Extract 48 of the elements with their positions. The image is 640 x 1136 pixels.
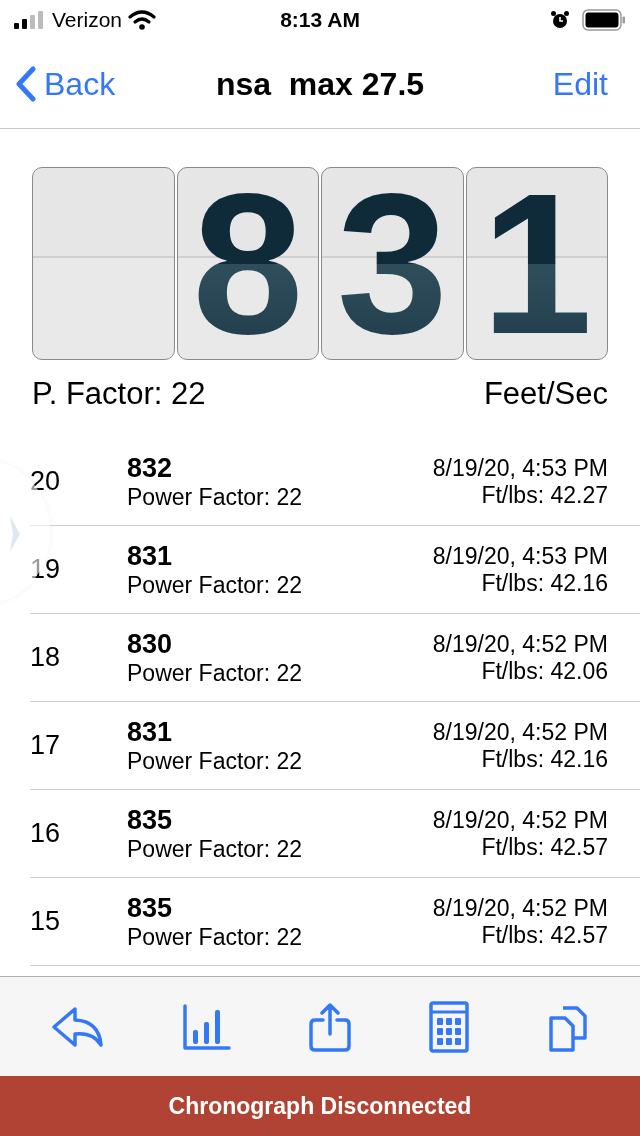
shot-energy: Ft/lbs: 42.57 [481,833,608,861]
shot-number: 17 [30,730,62,761]
shot-power-factor: Power Factor: 22 [127,483,304,511]
shot-number: 18 [30,642,62,673]
shot-power-factor: Power Factor: 22 [127,835,304,863]
battery-icon [582,9,626,31]
alarm-icon [550,10,570,30]
shot-power-factor: Power Factor: 22 [127,923,304,951]
shot-velocity: 831 [127,716,174,748]
edit-button[interactable]: Edit [552,65,624,103]
nav-title: nsa max 27.5 [215,65,425,103]
unit-label: Feet/Sec [483,376,608,412]
wifi-icon [128,10,157,30]
bar-chart-icon[interactable] [183,1003,231,1050]
shot-timestamp: 8/19/20, 4:52 PM [432,806,608,834]
shot-velocity: 832 [127,452,174,484]
shot-velocity: 830 [127,628,174,660]
shot-velocity: 831 [127,540,174,572]
shot-energy: Ft/lbs: 42.16 [481,745,608,773]
shot-power-factor: Power Factor: 22 [127,659,304,687]
shot-energy: Ft/lbs: 42.57 [481,921,608,949]
signal-icon [14,11,46,29]
calculator-icon[interactable] [429,1000,469,1053]
shot-power-factor: Power Factor: 22 [127,571,304,599]
shot-timestamp: 8/19/20, 4:53 PM [432,454,608,482]
chevron-right-icon [8,514,22,554]
shot-number: 15 [30,906,62,937]
chevron-left-icon [16,66,36,102]
shot-timestamp: 8/19/20, 4:52 PM [432,718,608,746]
shot-energy: Ft/lbs: 42.06 [481,657,608,685]
clock-time: 8:13 AM [280,8,360,32]
status-message: Chronograph Disconnected [168,1092,472,1120]
reply-icon[interactable] [51,1004,105,1049]
shot-number: 19 [30,554,62,585]
shot-velocity: 835 [127,804,174,836]
carrier-name: Verizon [52,8,123,32]
shot-timestamp: 8/19/20, 4:52 PM [432,894,608,922]
share-icon[interactable] [309,1001,351,1052]
shot-energy: Ft/lbs: 42.16 [481,569,608,597]
back-button[interactable]: Back [16,65,116,103]
shot-number: 16 [30,818,62,849]
shot-timestamp: 8/19/20, 4:52 PM [432,630,608,658]
shot-timestamp: 8/19/20, 4:53 PM [432,542,608,570]
shot-velocity: 835 [127,892,174,924]
shot-energy: Ft/lbs: 42.27 [481,481,608,509]
power-factor-label: P. Factor: 22 [32,376,206,412]
shot-power-factor: Power Factor: 22 [127,747,304,775]
shot-number: 20 [30,466,62,497]
